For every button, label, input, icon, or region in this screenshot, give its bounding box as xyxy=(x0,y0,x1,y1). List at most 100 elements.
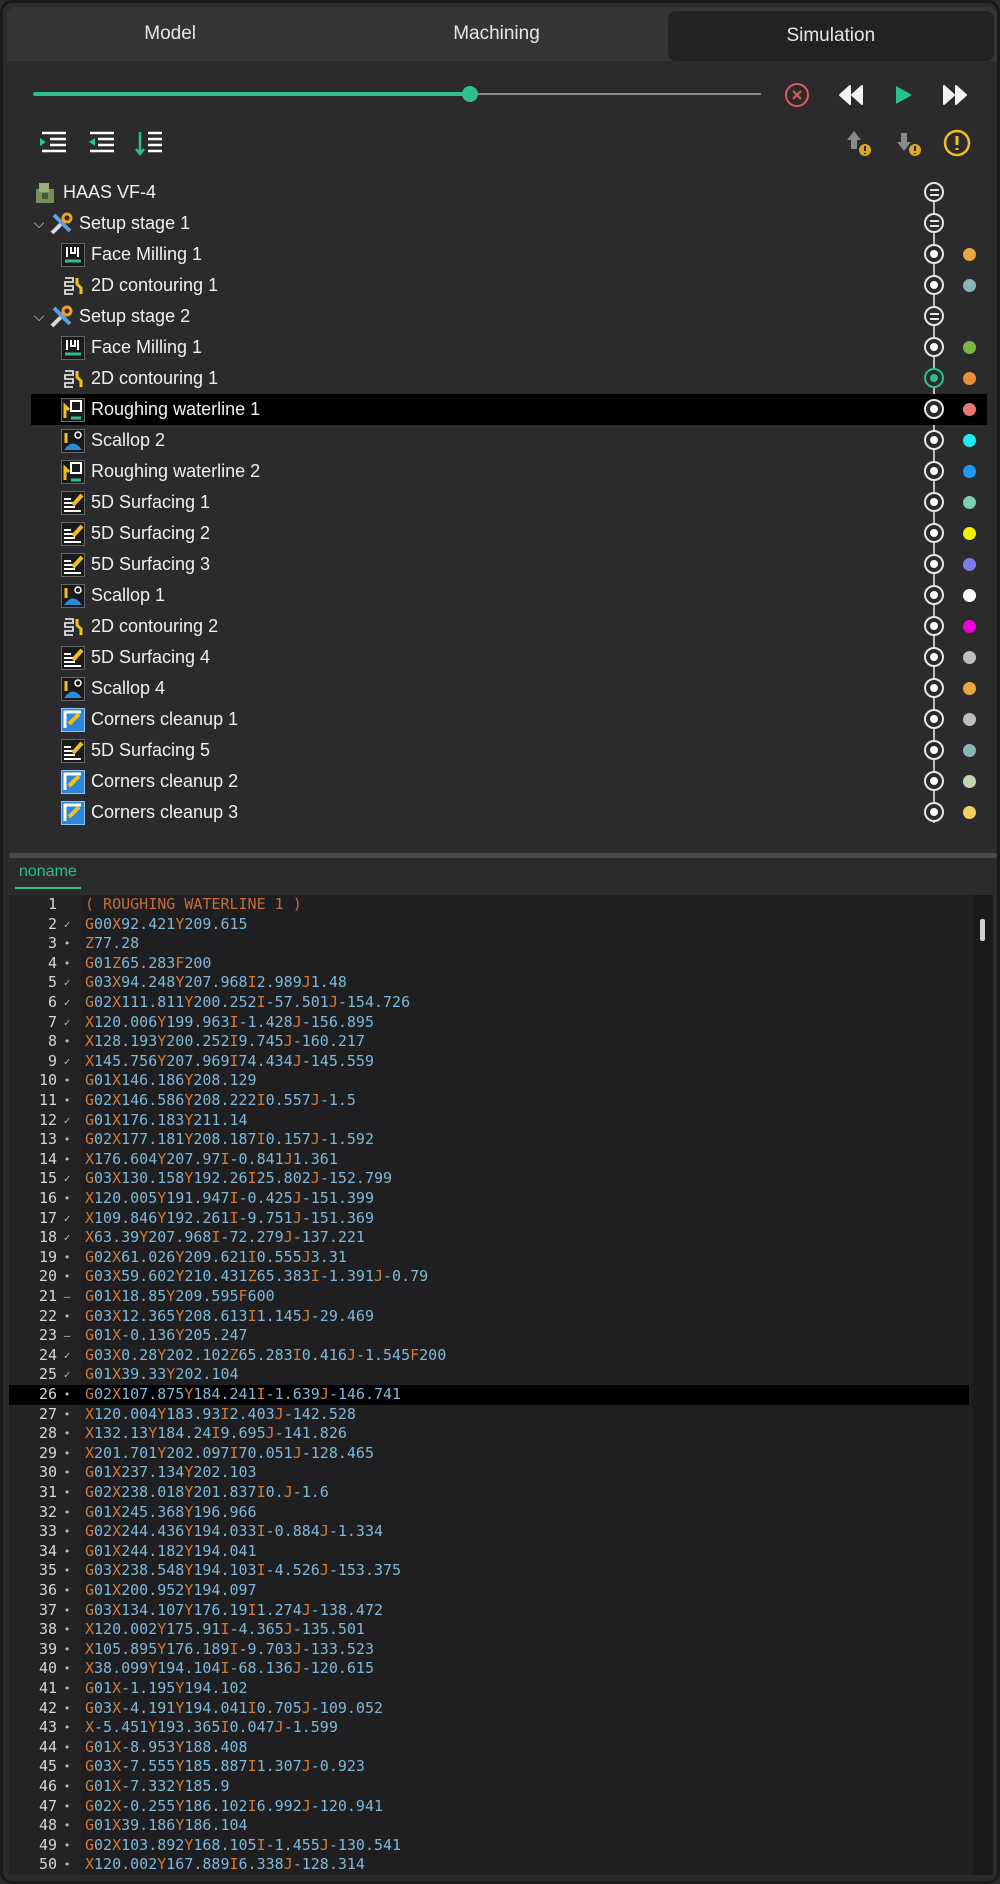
code-line[interactable]: 2 ✓ G00X92.421Y209.615 xyxy=(9,915,969,935)
timeline-node[interactable] xyxy=(924,306,944,326)
editor-scrollbar[interactable] xyxy=(973,895,993,1875)
timeline-node[interactable] xyxy=(924,771,944,791)
code-line[interactable]: 19 • G02X61.026Y209.621I0.555J3.31 xyxy=(9,1248,969,1268)
code-line[interactable]: 21 — G01X18.85Y209.595F600 xyxy=(9,1287,969,1307)
code-line[interactable]: 17 ✓ X109.846Y192.261I-9.751J-151.369 xyxy=(9,1209,969,1229)
simulation-progress-slider[interactable] xyxy=(33,86,761,102)
tree-item[interactable]: ⌵ Setup stage 2 xyxy=(31,301,987,332)
code-line[interactable]: 32 • G01X245.368Y196.966 xyxy=(9,1503,969,1523)
slider-thumb[interactable] xyxy=(461,86,478,102)
timeline-node[interactable] xyxy=(924,647,944,667)
code-line[interactable]: 38 • X120.002Y175.91I-4.365J-135.501 xyxy=(9,1620,969,1640)
code-line[interactable]: 40 • X38.099Y194.104I-68.136J-120.615 xyxy=(9,1659,969,1679)
collapse-list-button[interactable] xyxy=(35,125,71,161)
timeline-node[interactable] xyxy=(924,709,944,729)
tab-simulation[interactable]: Simulation xyxy=(667,11,994,61)
timeline-node[interactable] xyxy=(924,275,944,295)
code-line[interactable]: 15 ✓ G03X130.158Y192.26I25.802J-152.799 xyxy=(9,1169,969,1189)
code-line[interactable]: 23 — G01X-0.136Y205.247 xyxy=(9,1326,969,1346)
code-line[interactable]: 5 ✓ G03X94.248Y207.968I2.989J1.48 xyxy=(9,973,969,993)
tree-item[interactable]: 5D Surfacing 2 xyxy=(31,518,987,549)
code-line[interactable]: 36 • G01X200.952Y194.097 xyxy=(9,1581,969,1601)
code-line[interactable]: 11 • G02X146.586Y208.222I0.557J-1.5 xyxy=(9,1091,969,1111)
timeline-node[interactable] xyxy=(924,182,944,202)
fast-forward-button[interactable] xyxy=(940,79,972,111)
code-line[interactable]: 6 ✓ G02X111.811Y200.252I-57.501J-154.726 xyxy=(9,993,969,1013)
code-line[interactable]: 41 • G01X-1.195Y194.102 xyxy=(9,1679,969,1699)
code-line[interactable]: 16 • X120.005Y191.947I-0.425J-151.399 xyxy=(9,1189,969,1209)
tree-item[interactable]: 5D Surfacing 1 xyxy=(31,487,987,518)
move-down-button[interactable] xyxy=(891,125,927,161)
code-line[interactable]: 39 • X105.895Y176.189I-9.703J-133.523 xyxy=(9,1640,969,1660)
timeline-node[interactable] xyxy=(924,523,944,543)
play-button[interactable] xyxy=(887,79,919,111)
tree-item[interactable]: Scallop 4 xyxy=(31,673,987,704)
code-line[interactable]: 28 • X132.13Y184.24I9.695J-141.826 xyxy=(9,1424,969,1444)
code-line[interactable]: 18 ✓ X63.39Y207.968I-72.279J-137.221 xyxy=(9,1228,969,1248)
timeline-node[interactable] xyxy=(924,554,944,574)
tree-item[interactable]: Corners cleanup 3 xyxy=(31,797,987,828)
code-line[interactable]: 25 ✓ G01X39.33Y202.104 xyxy=(9,1365,969,1385)
code-line[interactable]: 29 • X201.701Y202.097I70.051J-128.465 xyxy=(9,1444,969,1464)
tree-item[interactable]: 5D Surfacing 3 xyxy=(31,549,987,580)
code-line[interactable]: 50 • X120.002Y167.889I6.338J-128.314 xyxy=(9,1855,969,1875)
code-line[interactable]: 22 • G03X12.365Y208.613I1.145J-29.469 xyxy=(9,1307,969,1327)
move-up-button[interactable] xyxy=(841,125,877,161)
code-line[interactable]: 34 • G01X244.182Y194.041 xyxy=(9,1542,969,1562)
sort-list-button[interactable] xyxy=(131,125,167,161)
code-line[interactable]: 44 • G01X-8.953Y188.408 xyxy=(9,1738,969,1758)
code-line[interactable]: 47 • G02X-0.255Y186.102I6.992J-120.941 xyxy=(9,1797,969,1817)
timeline-node[interactable] xyxy=(924,802,944,822)
code-line[interactable]: 35 • G03X238.548Y194.103I-4.526J-153.375 xyxy=(9,1561,969,1581)
file-tab[interactable]: noname xyxy=(15,863,81,889)
timeline-node[interactable] xyxy=(924,461,944,481)
code-line[interactable]: 14 • X176.604Y207.97I-0.841J1.361 xyxy=(9,1150,969,1170)
timeline-node[interactable] xyxy=(924,585,944,605)
timeline-node[interactable] xyxy=(924,492,944,512)
tree-item[interactable]: Corners cleanup 1 xyxy=(31,704,987,735)
code-line[interactable]: 31 • G02X238.018Y201.837I0.J-1.6 xyxy=(9,1483,969,1503)
code-line[interactable]: 48 • G01X39.186Y186.104 xyxy=(9,1816,969,1836)
code-line[interactable]: 9 ✓ X145.756Y207.969I74.434J-145.559 xyxy=(9,1052,969,1072)
tree-item[interactable]: 5D Surfacing 4 xyxy=(31,642,987,673)
tree-item[interactable]: Roughing waterline 1 xyxy=(31,394,987,425)
tree-item[interactable]: Scallop 1 xyxy=(31,580,987,611)
tab-model[interactable]: Model xyxy=(7,7,333,61)
tab-machining[interactable]: Machining xyxy=(333,7,659,61)
editor-scroll-thumb[interactable] xyxy=(980,919,985,941)
code-line[interactable]: 27 • X120.004Y183.93I2.403J-142.528 xyxy=(9,1405,969,1425)
timeline-node[interactable] xyxy=(924,430,944,450)
warnings-button[interactable] xyxy=(939,125,975,161)
tree-item[interactable]: 2D contouring 2 xyxy=(31,611,987,642)
code-line[interactable]: 46 • G01X-7.332Y185.9 xyxy=(9,1777,969,1797)
code-line[interactable]: 49 • G02X103.892Y168.105I-1.455J-130.541 xyxy=(9,1836,969,1856)
tree-item[interactable]: Face Milling 1 xyxy=(31,332,987,363)
gcode-editor[interactable]: 1 ( ROUGHING WATERLINE 1 ) 2 ✓ G00X92.421Y20… xyxy=(9,895,993,1875)
tree-item[interactable]: Roughing waterline 2 xyxy=(31,456,987,487)
panel-splitter[interactable] xyxy=(9,853,997,858)
code-line[interactable]: 1 ( ROUGHING WATERLINE 1 ) xyxy=(9,895,969,915)
stop-button[interactable] xyxy=(781,79,813,111)
timeline-node[interactable] xyxy=(924,244,944,264)
tree-item[interactable]: 2D contouring 1 xyxy=(31,270,987,301)
code-line[interactable]: 43 • X-5.451Y193.365I0.047J-1.599 xyxy=(9,1718,969,1738)
code-line[interactable]: 37 • G03X134.107Y176.19I1.274J-138.472 xyxy=(9,1601,969,1621)
tree-item[interactable]: Scallop 2 xyxy=(31,425,987,456)
rewind-button[interactable] xyxy=(834,79,866,111)
tree-item[interactable]: 2D contouring 1 xyxy=(31,363,987,394)
code-line[interactable]: 20 • G03X59.602Y210.431Z65.383I-1.391J-0.7… xyxy=(9,1267,969,1287)
timeline-node[interactable] xyxy=(924,616,944,636)
chevron-down-icon[interactable]: ⌵ xyxy=(31,308,47,325)
timeline-node[interactable] xyxy=(924,368,944,388)
tree-item[interactable]: 5D Surfacing 5 xyxy=(31,735,987,766)
tree-item[interactable]: HAAS VF-4 xyxy=(31,177,987,208)
code-line[interactable]: 10 • G01X146.186Y208.129 xyxy=(9,1071,969,1091)
code-line[interactable]: 8 • X128.193Y200.252I9.745J-160.217 xyxy=(9,1032,969,1052)
code-line[interactable]: 26 • G02X107.875Y184.241I-1.639J-146.741 xyxy=(9,1385,969,1405)
tree-item[interactable]: Corners cleanup 2 xyxy=(31,766,987,797)
code-line[interactable]: 42 • G03X-4.191Y194.041I0.705J-109.052 xyxy=(9,1699,969,1719)
timeline-node[interactable] xyxy=(924,337,944,357)
code-line[interactable]: 33 • G02X244.436Y194.033I-0.884J-1.334 xyxy=(9,1522,969,1542)
code-line[interactable]: 7 ✓ X120.006Y199.963I-1.428J-156.895 xyxy=(9,1013,969,1033)
code-line[interactable]: 45 • G03X-7.555Y185.887I1.307J-0.923 xyxy=(9,1757,969,1777)
